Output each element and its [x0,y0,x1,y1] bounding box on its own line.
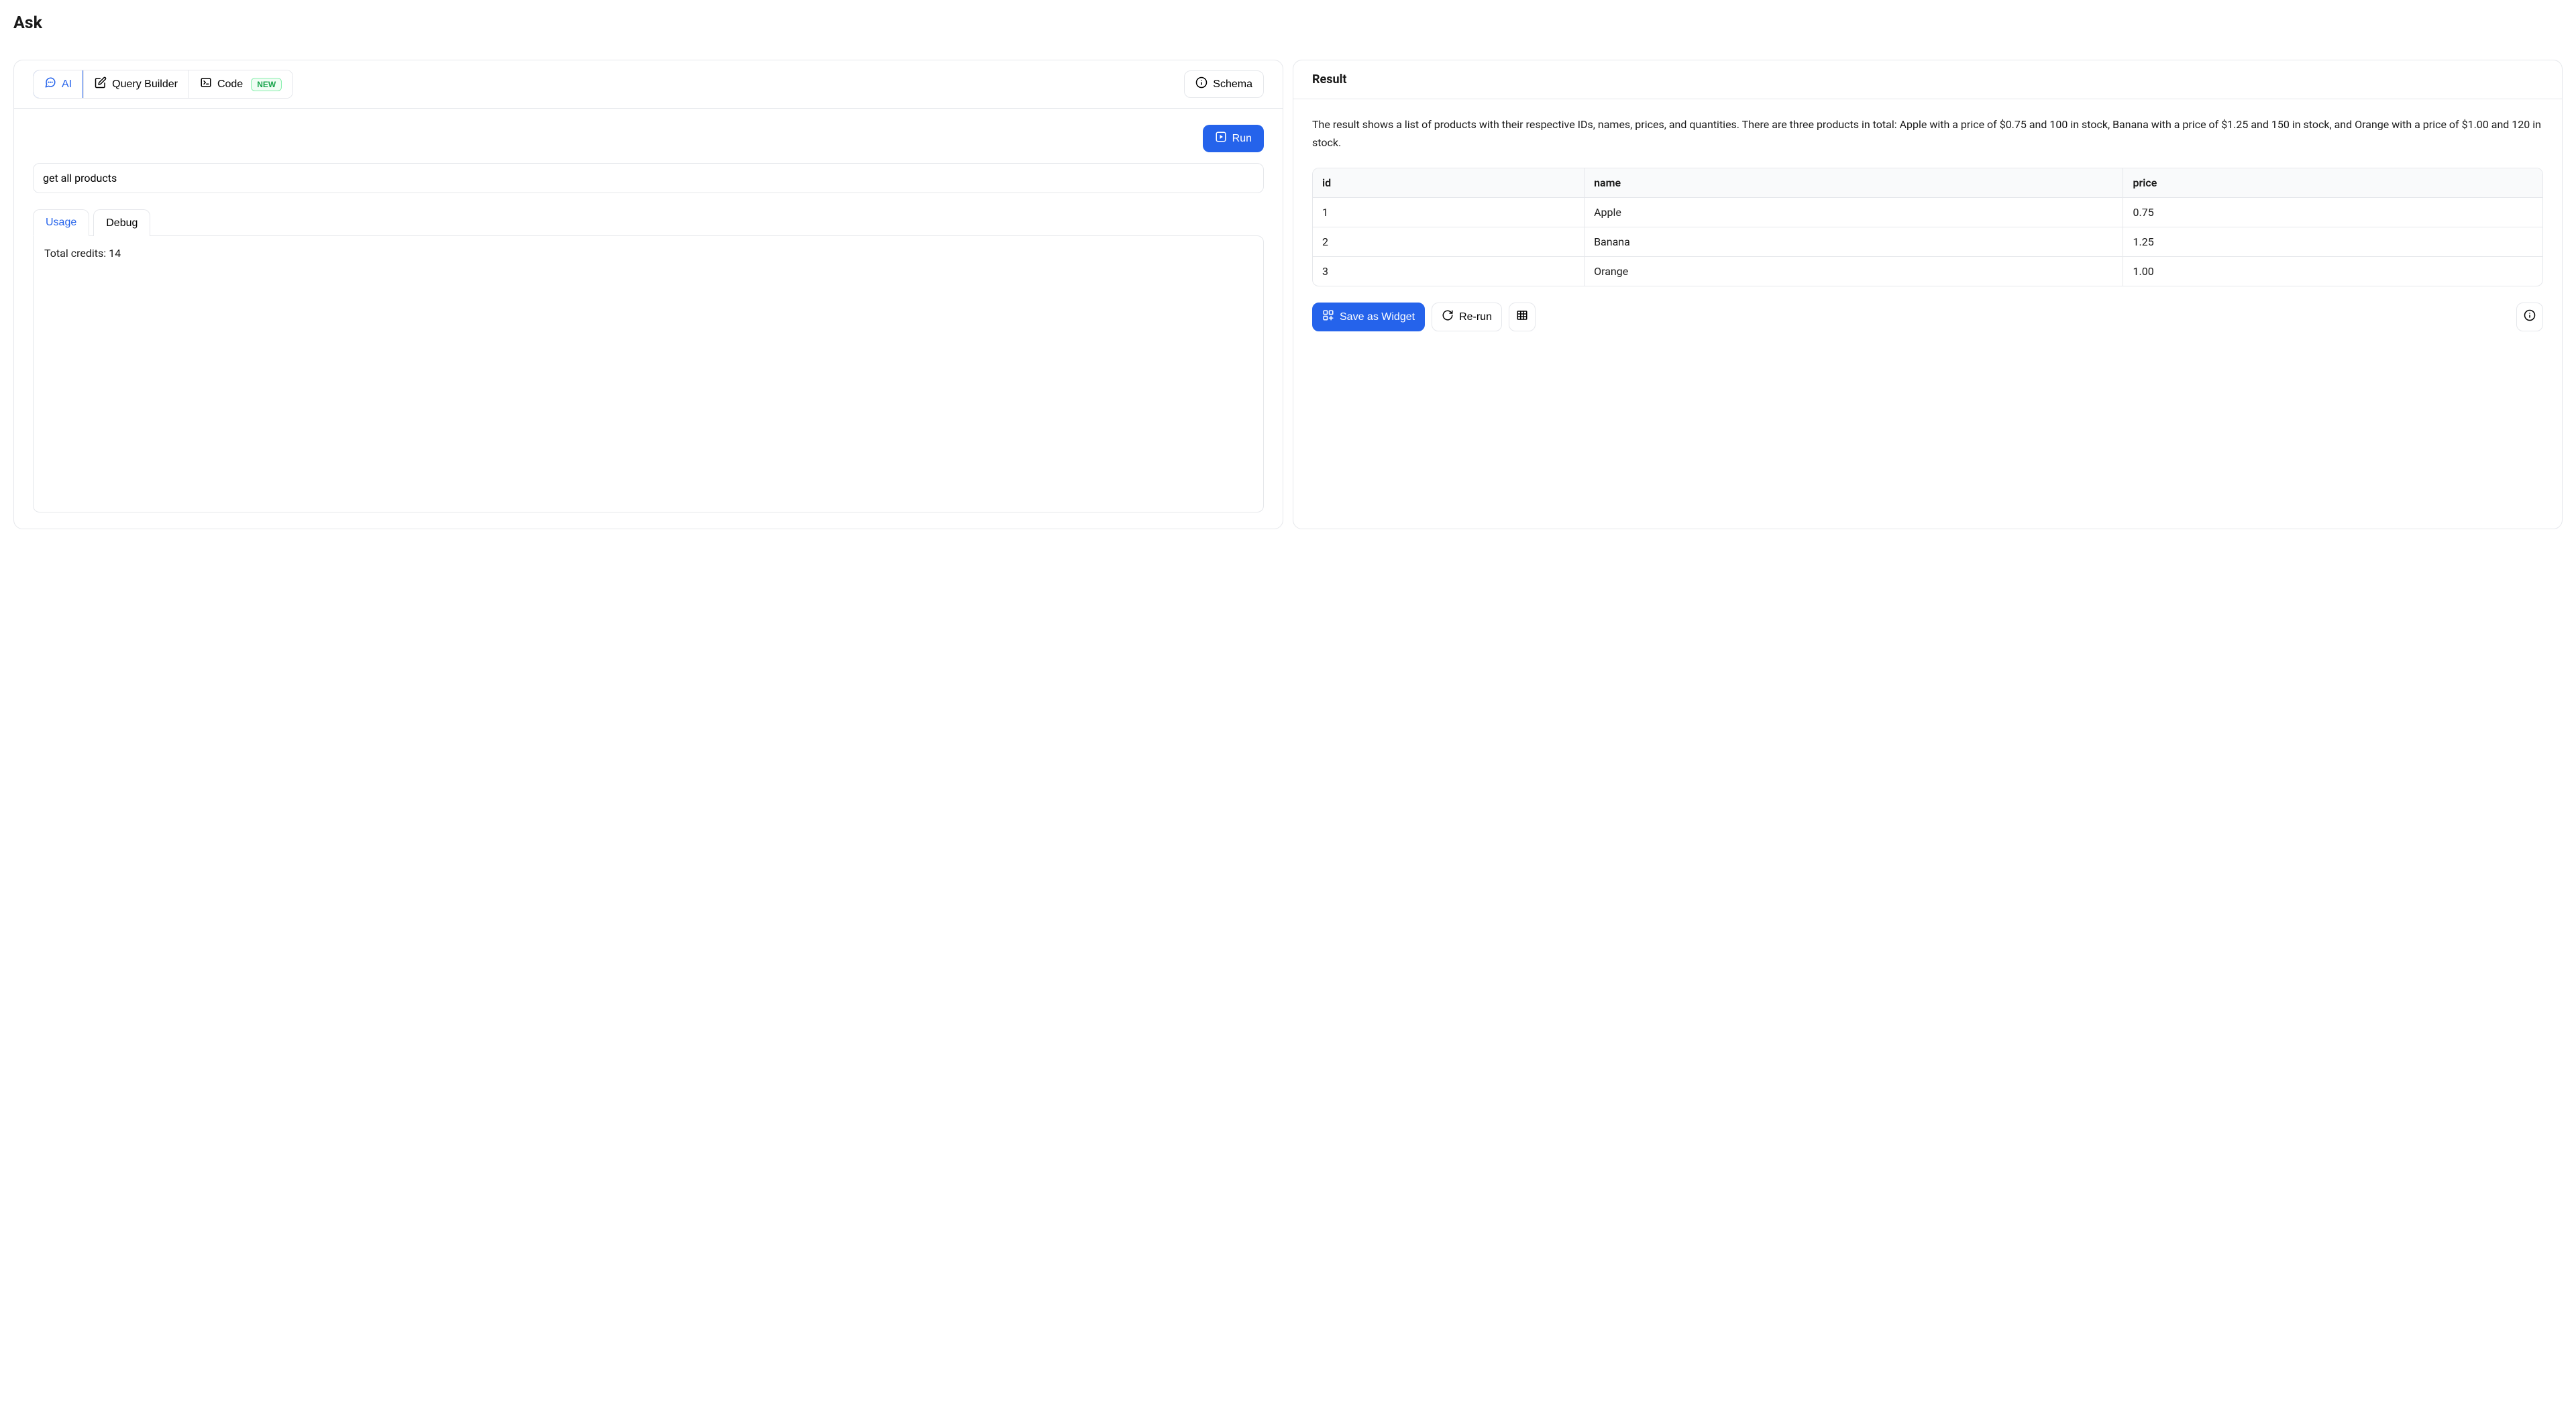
rerun-label: Re-run [1459,311,1492,323]
cell: 3 [1313,257,1585,286]
refresh-icon [1442,309,1454,325]
result-panel: Result The result shows a list of produc… [1293,60,2563,529]
mode-segmented: AI Query Builder Code NEW [33,70,293,99]
tab-pane-usage: Total credits: 14 [33,235,1264,512]
page-title: Ask [13,13,2563,33]
edit-icon [95,76,107,92]
query-input[interactable] [33,163,1264,193]
info-button[interactable] [2516,303,2543,331]
table-row: 2 Banana 1.25 [1313,227,2542,257]
ask-panel-header: AI Query Builder Code NEW [14,60,1283,109]
result-body: The result shows a list of products with… [1293,99,2562,347]
result-header: Result [1293,60,2562,99]
cell: 1.00 [2123,257,2542,286]
table-row: 1 Apple 0.75 [1313,198,2542,227]
segment-ai-label: AI [62,78,72,91]
credits-text: Total credits: 14 [44,247,1252,260]
segment-query-builder-label: Query Builder [112,78,178,91]
segment-query-builder[interactable]: Query Builder [83,70,189,98]
save-widget-label: Save as Widget [1340,311,1415,323]
col-header: price [2123,168,2542,198]
segment-code[interactable]: Code NEW [189,70,292,98]
save-widget-button[interactable]: Save as Widget [1312,303,1425,331]
rerun-button[interactable]: Re-run [1432,303,1502,331]
segment-ai[interactable]: AI [33,70,83,99]
cell: 2 [1313,227,1585,257]
tab-debug[interactable]: Debug [93,209,150,236]
cell: 1.25 [2123,227,2542,257]
cell: 0.75 [2123,198,2542,227]
widget-add-icon [1322,309,1334,325]
info-icon [1195,76,1208,92]
new-badge: NEW [251,78,282,91]
cell: Orange [1585,257,2123,286]
result-title: Result [1312,72,2543,87]
info-icon [2524,309,2536,325]
cell: 1 [1313,198,1585,227]
result-table-wrap: id name price 1 Apple 0.75 [1312,168,2543,286]
table-row: 3 Orange 1.00 [1313,257,2542,286]
result-tabs: Usage Debug [33,209,1264,235]
col-header: name [1585,168,2123,198]
chat-icon [44,76,56,92]
tab-usage[interactable]: Usage [33,209,89,236]
cell: Banana [1585,227,2123,257]
schema-button-label: Schema [1213,78,1252,91]
segment-code-label: Code [217,78,243,91]
result-actions: Save as Widget Re-run [1312,303,2543,331]
col-header: id [1313,168,1585,198]
schema-button[interactable]: Schema [1184,70,1264,98]
terminal-icon [200,76,212,92]
table-icon [1516,309,1528,325]
result-summary: The result shows a list of products with… [1312,115,2543,152]
ask-panel-body: Run Usage Debug Total credits: 14 [14,109,1283,529]
cell: Apple [1585,198,2123,227]
run-button[interactable]: Run [1203,125,1264,152]
table-view-button[interactable] [1509,303,1536,331]
result-table: id name price 1 Apple 0.75 [1313,168,2542,286]
ask-panel: AI Query Builder Code NEW [13,60,1283,529]
play-icon [1215,131,1227,146]
run-button-label: Run [1232,133,1252,145]
